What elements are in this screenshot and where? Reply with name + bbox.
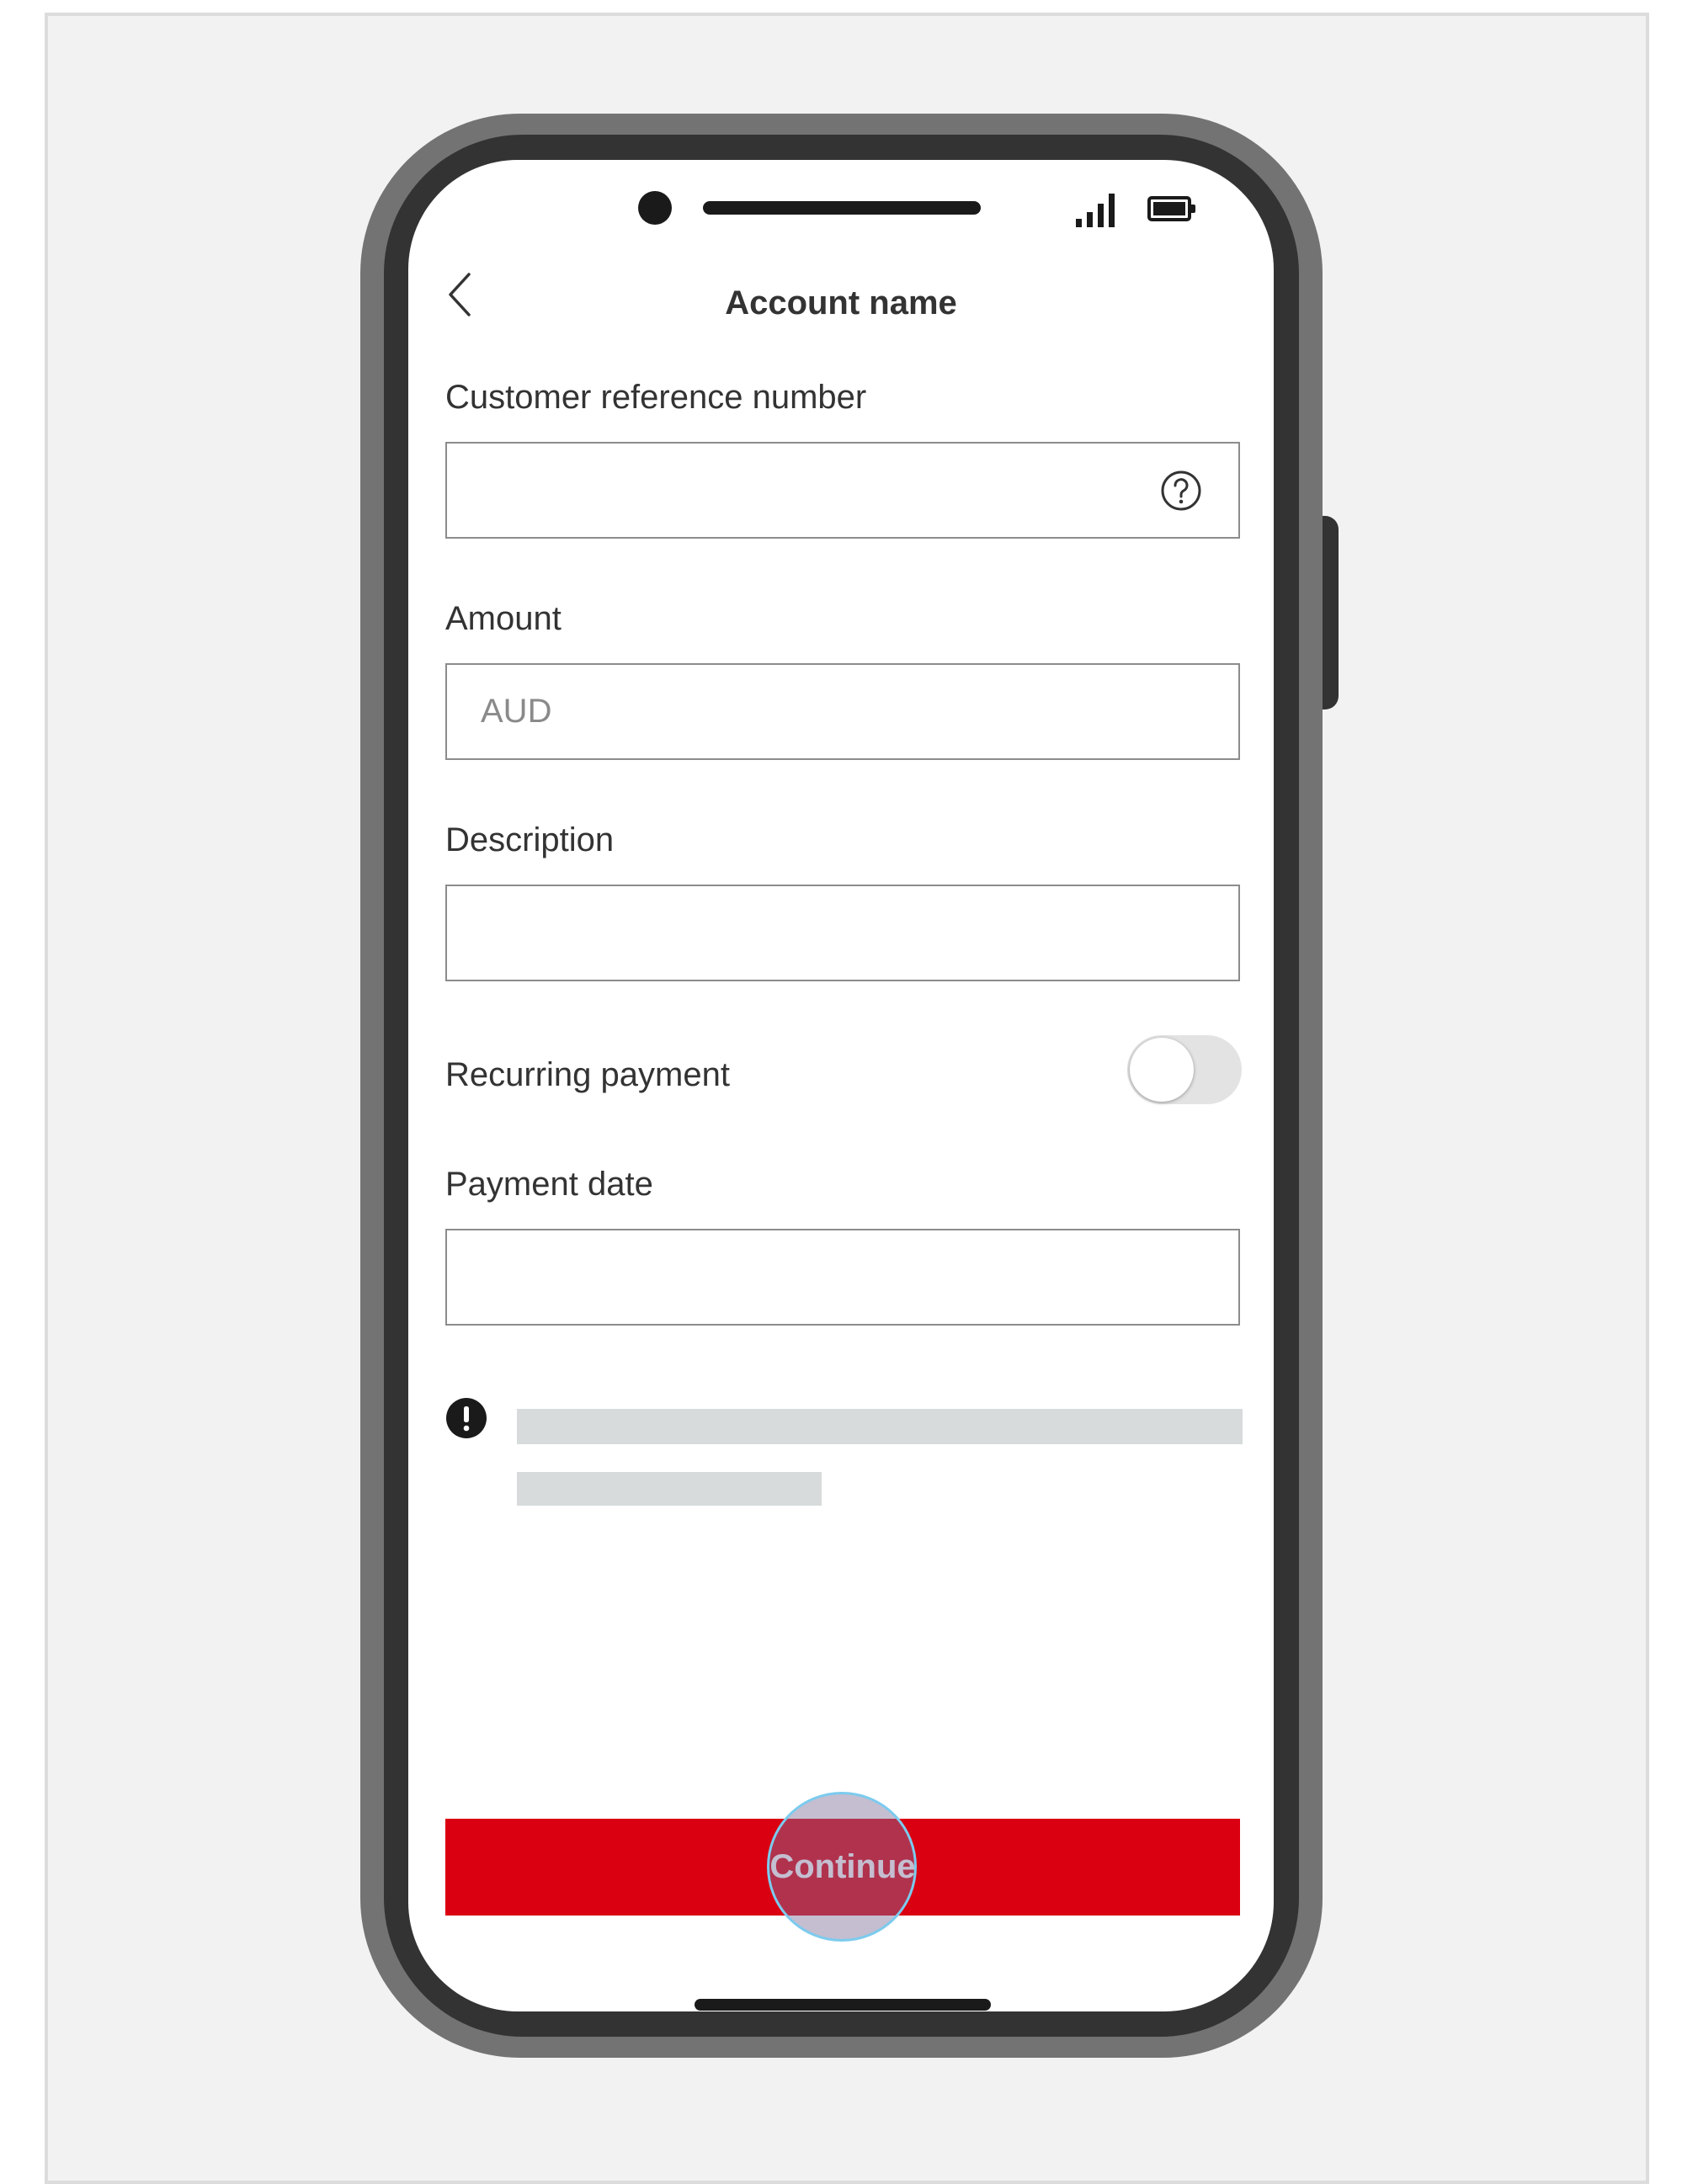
phone-screen: Account name Customer reference number A… <box>408 160 1274 2011</box>
help-button[interactable] <box>1160 470 1202 512</box>
recurring-payment-label: Recurring payment <box>445 1056 730 1093</box>
page-title: Account name <box>725 284 957 321</box>
battery-icon <box>1147 196 1195 221</box>
description-input[interactable] <box>445 885 1240 981</box>
amount-label: Amount <box>445 600 562 637</box>
info-icon <box>446 1398 487 1438</box>
customer-reference-input[interactable] <box>445 442 1240 539</box>
description-label: Description <box>445 821 615 858</box>
placeholder-text-line <box>517 1409 1243 1444</box>
customer-reference-label: Customer reference number <box>445 379 867 416</box>
toggle-knob <box>1130 1038 1194 1102</box>
continue-button[interactable]: Continue <box>445 1819 1240 1916</box>
camera-icon <box>638 191 672 225</box>
placeholder-text-line <box>517 1472 822 1506</box>
payment-date-input[interactable] <box>445 1229 1240 1326</box>
speaker-grille <box>703 201 981 215</box>
help-icon <box>1161 470 1201 511</box>
amount-input[interactable] <box>445 663 1240 760</box>
recurring-payment-toggle[interactable] <box>1127 1035 1242 1104</box>
signal-icon <box>1076 192 1126 227</box>
home-indicator[interactable] <box>695 1999 991 2011</box>
payment-date-label: Payment date <box>445 1166 653 1203</box>
